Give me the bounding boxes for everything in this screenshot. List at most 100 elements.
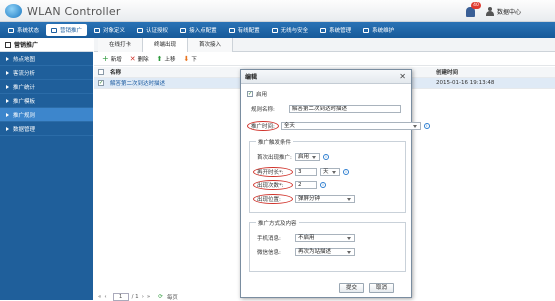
trigger-conditions-legend: 推广触发条件 — [256, 138, 294, 146]
dialog-title-bar: 编辑 — [241, 70, 411, 84]
interval-input[interactable]: 3 — [295, 168, 317, 176]
sidebar-item-push-rules[interactable]: 推广规则 — [0, 108, 93, 122]
sidebar-header: 营销推广 — [0, 38, 93, 52]
delete-button[interactable]: ✕ 删除 — [130, 55, 149, 63]
sidebar-item-data-management[interactable]: 数据管理 — [0, 122, 93, 136]
first-push-select[interactable]: 启用 — [295, 153, 320, 161]
chevron-right-icon — [6, 112, 9, 117]
sidebar: 营销推广 热点地图 客流分析 推广统计 推广模板 推广规则 数据管理 — [0, 38, 93, 300]
position-select[interactable]: 弹屏分钟 — [295, 195, 355, 203]
position-row: 出现位置: 弹屏分钟 — [253, 194, 355, 204]
wrench-icon — [363, 27, 370, 33]
access-point-icon — [180, 27, 187, 33]
rule-name-label: 规则名称: — [251, 107, 275, 113]
move-down-button[interactable]: ⬇ 下 — [184, 55, 197, 63]
tab-terminal-appear[interactable]: 终端出现 — [143, 38, 189, 52]
user-icon — [137, 27, 144, 33]
info-icon[interactable]: i — [343, 169, 349, 175]
cancel-button[interactable]: 取消 — [369, 283, 394, 293]
first-push-label: 首次出现推广: — [257, 155, 292, 161]
datacenter-link[interactable]: 数据中心 — [497, 7, 521, 16]
nav-item-system-status[interactable]: 系统状态 — [3, 24, 44, 36]
nav-item-system-maintenance[interactable]: 系统维护 — [358, 24, 399, 36]
wechat-select[interactable]: 再次为站描述 — [295, 248, 355, 256]
submit-button[interactable]: 提交 — [339, 283, 364, 293]
count-label: 出现次数*: — [253, 180, 293, 190]
delete-icon: ✕ — [129, 54, 136, 63]
sidebar-item-push-template[interactable]: 推广模板 — [0, 94, 93, 108]
push-time-select[interactable]: 全天 — [280, 122, 421, 130]
wechat-label: 微信信息: — [257, 250, 281, 256]
tab-first-access[interactable]: 首次接入 — [188, 38, 234, 52]
enable-row: ✓ 启用 — [247, 90, 267, 98]
count-row: 出现次数*: 2 i — [253, 180, 326, 190]
page-count: / 1 — [131, 293, 139, 300]
interval-label: 再开时长*: — [253, 167, 293, 177]
column-created-time: 创建时间 — [436, 70, 459, 76]
plus-icon: + — [102, 54, 109, 63]
monitor-icon — [8, 27, 14, 33]
sidebar-item-push-stats[interactable]: 推广统计 — [0, 80, 93, 94]
network-icon — [228, 27, 235, 33]
nav-item-ap-config[interactable]: 接入点配置 — [175, 24, 222, 36]
dialog-title: 编辑 — [245, 74, 258, 81]
edit-dialog: 编辑 ✕ ✓ 启用 规则名称: 解答第二次到达时描述 推广时间: 全天 i 推广… — [240, 69, 430, 298]
push-time-row: 推广时间: 全天 i — [247, 121, 430, 131]
count-input[interactable]: 2 — [295, 181, 317, 189]
info-icon[interactable]: i — [423, 123, 430, 129]
sms-select[interactable]: 不启用 — [295, 234, 355, 242]
pager-last-icon[interactable]: » — [147, 294, 150, 300]
nav-item-wireless-security[interactable]: 无线与安全 — [267, 24, 314, 36]
pager-next-icon[interactable]: › — [142, 294, 144, 300]
tab-online-checkin[interactable]: 在线打卡 — [98, 38, 144, 52]
nav-item-wired-config[interactable]: 有线配置 — [224, 24, 265, 36]
wechat-row: 微信信息: 再次为站描述 — [257, 248, 355, 256]
push-method-group: 推广方式及内容 — [249, 219, 406, 272]
row-checkbox[interactable]: ✓ — [98, 80, 104, 86]
pager-first-icon[interactable]: « — [98, 294, 101, 300]
chevron-right-icon — [6, 98, 9, 103]
chevron-right-icon — [6, 84, 9, 89]
position-label: 出现位置: — [253, 194, 293, 204]
nav-item-object-definition[interactable]: 对象定义 — [89, 24, 130, 36]
sidebar-item-hotspot-map[interactable]: 热点地图 — [0, 52, 93, 66]
rule-name-row: 规则名称: 解答第二次到达时描述 — [251, 105, 401, 113]
toolbar: + 新增 ✕ 删除 ⬆ 上移 ⬇ 下 — [94, 52, 555, 66]
refresh-icon[interactable]: ⟳ — [158, 294, 163, 300]
top-nav: 系统状态 营销推广 对象定义 认证授权 接入点配置 有线配置 无线与安全 系统管… — [0, 22, 555, 38]
nav-item-system-management[interactable]: 系统管理 — [315, 24, 356, 36]
settings-icon — [320, 27, 327, 33]
chevron-right-icon — [6, 70, 9, 75]
push-time-label: 推广时间: — [247, 121, 279, 131]
row-created-time: 2015-01-16 19:13:48 — [436, 80, 495, 86]
enable-checkbox[interactable]: ✓ — [247, 91, 253, 97]
user-icon[interactable] — [486, 7, 494, 16]
close-icon[interactable]: ✕ — [399, 72, 406, 81]
push-method-legend: 推广方式及内容 — [256, 219, 299, 227]
chevron-right-icon — [6, 56, 9, 61]
app-title: WLAN Controller — [27, 5, 121, 18]
nav-item-auth[interactable]: 认证授权 — [132, 24, 173, 36]
gear-icon — [94, 27, 101, 33]
page-number-input[interactable]: 1 — [112, 292, 129, 301]
interval-unit-select[interactable]: 天 — [320, 168, 340, 176]
nav-item-marketing[interactable]: 营销推广 — [46, 24, 88, 36]
app-header: WLAN Controller 40 数据中心 — [0, 0, 555, 22]
interval-row: 再开时长*: 3 天 i — [253, 167, 349, 177]
wifi-icon — [271, 27, 278, 33]
chevron-right-icon — [6, 126, 9, 131]
pager-prev-icon[interactable]: ‹ — [104, 294, 106, 300]
rule-name-input[interactable]: 解答第二次到达时描述 — [289, 105, 401, 113]
info-icon[interactable]: i — [323, 154, 329, 160]
add-button[interactable]: + 新增 — [102, 54, 122, 63]
sms-row: 手机消息: 不启用 — [257, 234, 355, 242]
grid-icon — [5, 41, 11, 48]
arrow-up-icon: ⬆ — [156, 54, 163, 63]
info-icon[interactable]: i — [320, 182, 326, 188]
rule-tabs: 在线打卡 终端出现 首次接入 — [94, 38, 555, 52]
sidebar-item-traffic-analysis[interactable]: 客流分析 — [0, 66, 93, 80]
move-up-button[interactable]: ⬆ 上移 — [157, 55, 176, 63]
enable-label: 启用 — [256, 92, 268, 98]
logo — [5, 4, 22, 18]
select-all-checkbox[interactable] — [98, 69, 104, 75]
